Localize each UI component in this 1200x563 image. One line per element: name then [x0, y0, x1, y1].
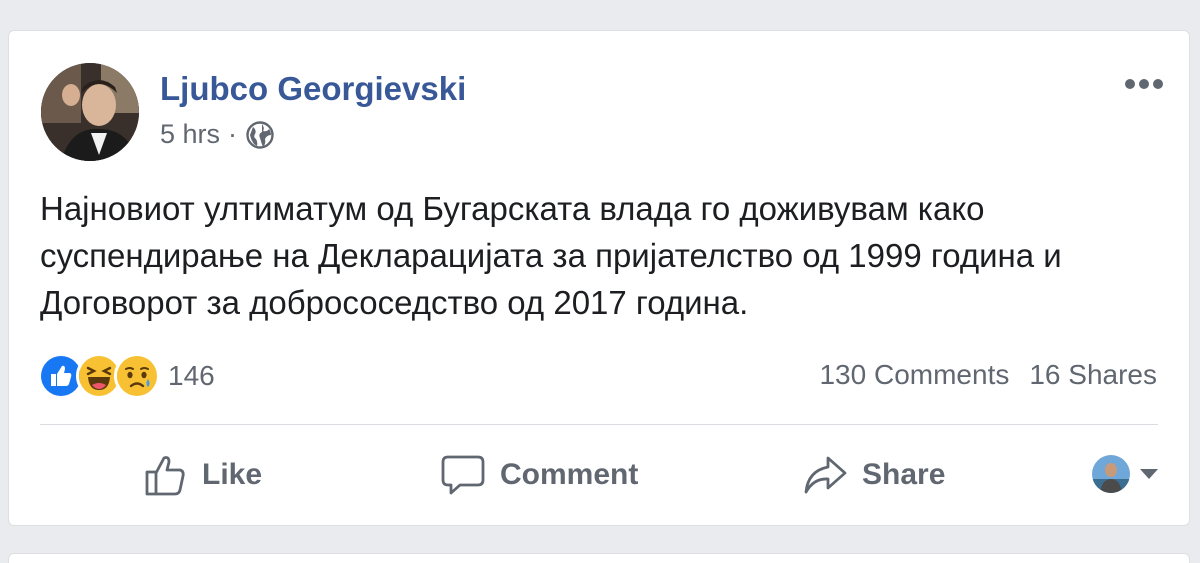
actions-divider — [40, 424, 1158, 425]
share-arrow-icon — [804, 456, 847, 494]
post-card: Ljubco Georgievski 5 hrs · Најновиот улт… — [8, 30, 1190, 526]
shares-count-link[interactable]: 16 Shares — [1029, 359, 1157, 391]
share-button[interactable]: Share — [802, 443, 945, 507]
share-label: Share — [862, 458, 946, 491]
thumbs-up-icon — [145, 456, 185, 496]
engagement-counts: 130 Comments 16 Shares — [819, 359, 1157, 391]
like-button[interactable]: Like — [142, 443, 262, 507]
more-dot — [1139, 79, 1149, 89]
comment-label: Comment — [500, 458, 639, 491]
post-as-selector[interactable] — [1092, 455, 1158, 493]
author-name-link[interactable]: Ljubco Georgievski — [160, 70, 466, 108]
reaction-count: 146 — [168, 360, 215, 391]
globe-icon[interactable] — [245, 120, 275, 150]
post-meta: 5 hrs · — [160, 119, 275, 150]
reactions-summary[interactable]: 146 — [38, 353, 215, 399]
sad-reaction-icon — [114, 353, 160, 399]
post-timestamp[interactable]: 5 hrs — [160, 119, 220, 150]
more-dot — [1153, 79, 1163, 89]
post-body-text: Најновиот ултиматум од Бугарската влада … — [40, 190, 1062, 321]
comment-button[interactable]: Comment — [440, 443, 638, 507]
next-post-card — [8, 553, 1190, 563]
viewer-photo-icon — [1092, 455, 1130, 493]
author-photo-icon — [41, 63, 139, 161]
viewer-avatar — [1092, 455, 1130, 493]
post-actions-bar: Like Comment Share — [40, 443, 1158, 507]
chevron-down-icon — [1140, 469, 1158, 479]
comment-bubble-icon — [441, 455, 485, 495]
more-dot — [1125, 79, 1135, 89]
author-avatar[interactable] — [41, 63, 139, 161]
like-label: Like — [202, 458, 263, 491]
more-options-button[interactable] — [1121, 75, 1167, 93]
meta-separator: · — [228, 119, 238, 149]
comments-count-link[interactable]: 130 Comments — [819, 359, 1009, 391]
